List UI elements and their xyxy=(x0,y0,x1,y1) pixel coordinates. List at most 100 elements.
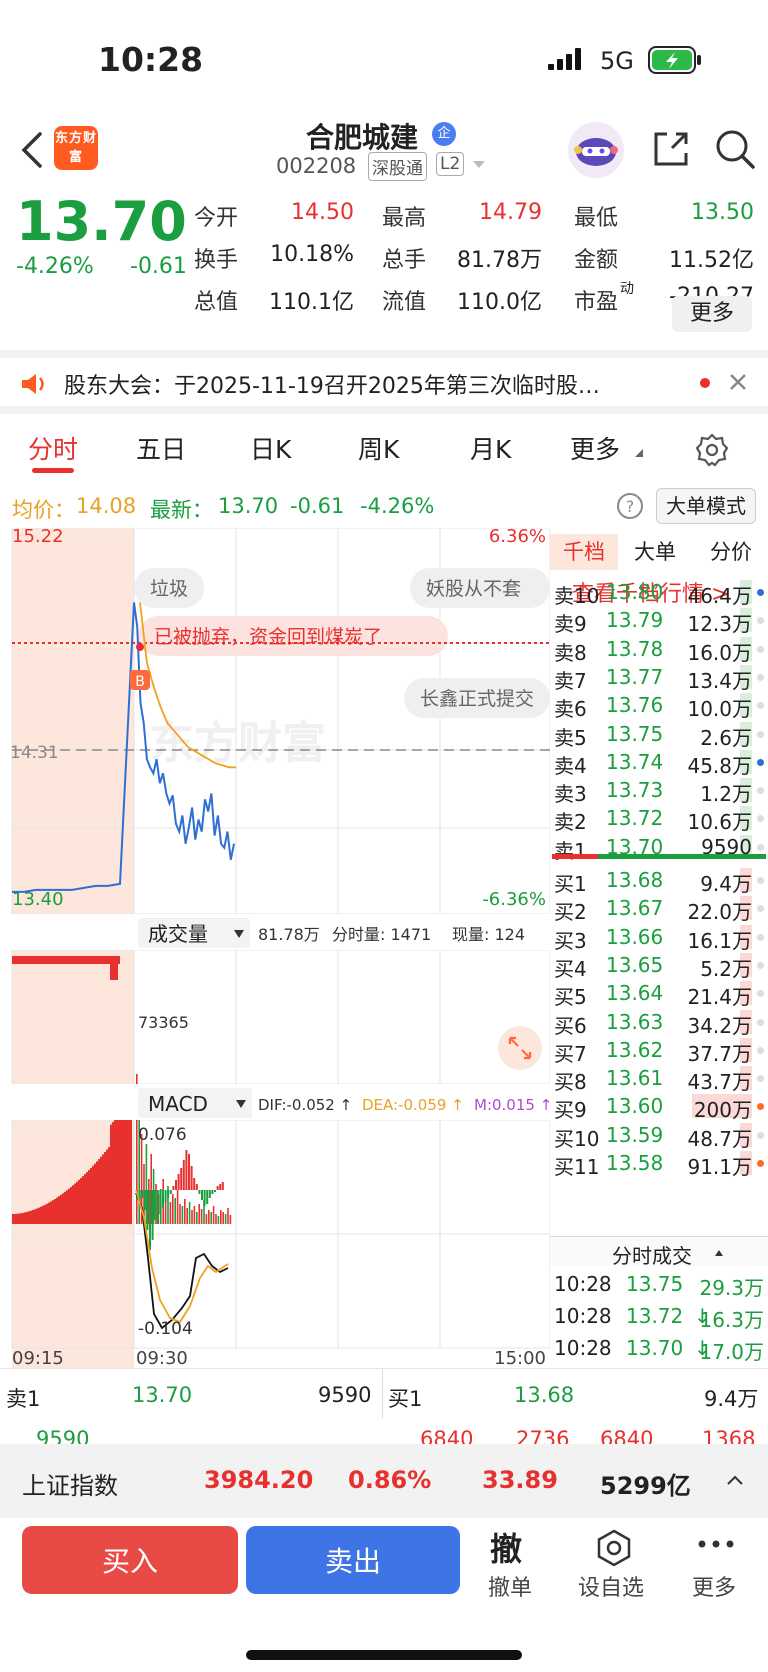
depth-dot xyxy=(757,673,764,681)
ask-row[interactable]: 卖7 13.77 13.4万 xyxy=(550,663,768,693)
macd-menu-label: MACD xyxy=(148,1092,208,1116)
bid-row[interactable]: 买10 13.59 48.7万 xyxy=(550,1121,768,1151)
settings-icon[interactable] xyxy=(694,432,730,468)
volume-bar xyxy=(68,1188,70,1224)
quote-field-value: 10.18% xyxy=(270,242,354,267)
trade-action-bar: 买入 卖出 撤 撤单 设自选 更多 xyxy=(0,1518,768,1672)
tab-intraday[interactable]: 分时 xyxy=(28,430,78,466)
bid-row[interactable]: 买1 13.68 9.4万 xyxy=(550,866,768,896)
bid-row[interactable]: 买3 13.66 16.1万 xyxy=(550,923,768,953)
macd-bar xyxy=(221,1182,224,1190)
volume-bar xyxy=(104,1152,106,1224)
volume-bar xyxy=(54,1198,56,1224)
latest-label: 最新： xyxy=(150,498,213,522)
brand-logo[interactable]: 东方财富 xyxy=(54,126,98,170)
trade-volume: 17.0万 xyxy=(699,1340,764,1364)
bid-row[interactable]: 买9 13.60 200万 xyxy=(550,1092,768,1122)
expand-button[interactable] xyxy=(498,1026,542,1070)
ask-row[interactable]: 卖2 13.72 10.6万 xyxy=(550,804,768,834)
tab-five-day[interactable]: 五日 xyxy=(136,430,186,466)
trade-time: 10:28 xyxy=(554,1272,612,1296)
depth-dot xyxy=(757,645,764,653)
tab-big-order[interactable]: 大单 xyxy=(634,534,676,570)
bid-row[interactable]: 买6 13.63 34.2万 xyxy=(550,1008,768,1038)
period-tabs: 分时 五日 日K 周K 月K 更多 xyxy=(0,420,768,484)
volume-bar xyxy=(82,1176,84,1224)
cancel-order-icon[interactable]: 撤 xyxy=(490,1524,522,1570)
tab-daily-k[interactable]: 日K xyxy=(250,430,291,466)
bid-row[interactable]: 买11 13.58 91.1万 xyxy=(550,1149,768,1179)
sell-button[interactable]: 卖出 xyxy=(246,1526,460,1594)
depth-volume: 37.7万 xyxy=(687,1041,752,1066)
assistant-avatar-icon[interactable] xyxy=(566,120,626,180)
macd-bar xyxy=(172,1186,175,1190)
volume-bar xyxy=(20,1213,22,1224)
ask-row[interactable]: 卖9 13.79 12.3万 xyxy=(550,606,768,636)
strip-buy-price: 13.68 xyxy=(514,1383,575,1407)
back-icon[interactable] xyxy=(18,130,44,170)
bid-row[interactable]: 买2 13.67 22.0万 xyxy=(550,894,768,924)
volume-bar xyxy=(174,1198,176,1224)
depth-price: 13.74 xyxy=(606,749,664,774)
quote-field-label: 市盈 xyxy=(574,290,619,315)
volume-bar xyxy=(118,1114,120,1224)
depth-dot xyxy=(757,877,764,884)
tab-depth-1000[interactable]: 千档 xyxy=(550,534,618,570)
bid-row[interactable]: 买5 13.64 21.4万 xyxy=(550,979,768,1009)
help-icon[interactable]: ? xyxy=(616,492,644,520)
tab-more[interactable]: 更多 xyxy=(570,430,620,466)
volume-bar xyxy=(110,956,118,980)
trades-header[interactable]: 分时成交 xyxy=(550,1236,768,1268)
close-icon[interactable] xyxy=(728,372,748,392)
tab-weekly-k[interactable]: 周K xyxy=(358,430,399,466)
chevron-up-icon[interactable] xyxy=(726,1474,744,1486)
tab-price-distribution[interactable]: 分价 xyxy=(710,534,752,570)
bid-row[interactable]: 买4 13.65 5.2万 xyxy=(550,951,768,981)
buy-button[interactable]: 买入 xyxy=(22,1526,238,1594)
ask-row[interactable]: 卖5 13.75 2.6万 xyxy=(550,720,768,750)
ask-row[interactable]: 卖6 13.76 10.0万 xyxy=(550,691,768,722)
add-watchlist-label[interactable]: 设自选 xyxy=(578,1570,644,1602)
trade-price: 13.70 xyxy=(626,1336,684,1360)
more-icon[interactable] xyxy=(696,1538,736,1550)
ask-row[interactable]: 卖4 13.74 45.8万 xyxy=(550,748,768,778)
volume-bar xyxy=(108,1147,110,1224)
notice-bar[interactable]: 股东大会：于2025-11-19召开2025年第三次临时股… xyxy=(0,350,768,414)
more-quote-button[interactable]: 更多 xyxy=(672,296,752,332)
dropdown-icon[interactable] xyxy=(472,160,486,170)
ask-row[interactable]: 卖8 13.78 16.0万 xyxy=(550,635,768,665)
latest-change: -0.61 xyxy=(290,494,345,518)
volume-bar xyxy=(40,1206,42,1224)
depth-level-label: 卖6 xyxy=(554,697,587,722)
high-point-dot xyxy=(136,643,144,651)
change-percent: -4.26% xyxy=(16,254,94,279)
big-order-mode-button[interactable]: 大单模式 xyxy=(656,488,756,524)
volume-bar xyxy=(44,1204,46,1224)
depth-price: 13.78 xyxy=(606,636,664,661)
index-bar[interactable]: 上证指数 3984.20 0.86% 33.89 5299亿 xyxy=(0,1444,768,1518)
tab-monthly-k[interactable]: 月K xyxy=(470,430,511,466)
trade-time: 10:28 xyxy=(554,1304,612,1328)
ask-row[interactable]: 卖3 13.73 1.2万 xyxy=(550,776,768,806)
comment-text: 已被抛弃，资金回到煤炭了 xyxy=(154,626,382,648)
depth-dot xyxy=(757,905,764,913)
add-watchlist-icon[interactable] xyxy=(594,1528,634,1568)
bid-row[interactable]: 买7 13.62 37.7万 xyxy=(550,1036,768,1066)
depth-dot xyxy=(757,1046,764,1054)
volume-bar xyxy=(198,1204,200,1224)
signal-icon xyxy=(548,48,581,70)
last-price: 13.70 xyxy=(16,190,187,253)
macd-bar xyxy=(201,1190,203,1200)
bid-row[interactable]: 买8 13.61 43.7万 xyxy=(550,1064,768,1094)
intraday-chart[interactable]: 东方财富 垃圾 妖股从不套已被抛弃，资金回到煤炭了长鑫正式提交 15.22 14.… xyxy=(0,528,550,1368)
share-icon[interactable] xyxy=(650,128,692,170)
strip-divider xyxy=(382,1369,383,1419)
depth-price: 13.67 xyxy=(606,896,664,921)
search-icon[interactable] xyxy=(714,128,756,170)
depth-price: 13.73 xyxy=(606,778,664,803)
cancel-order-label[interactable]: 撤单 xyxy=(488,1570,532,1602)
macd-bar xyxy=(198,1190,201,1194)
ask-row[interactable]: 卖10 13.80 46.4万 xyxy=(550,578,768,608)
volume-menu-label: 成交量 xyxy=(148,922,208,946)
more-label[interactable]: 更多 xyxy=(692,1570,736,1602)
